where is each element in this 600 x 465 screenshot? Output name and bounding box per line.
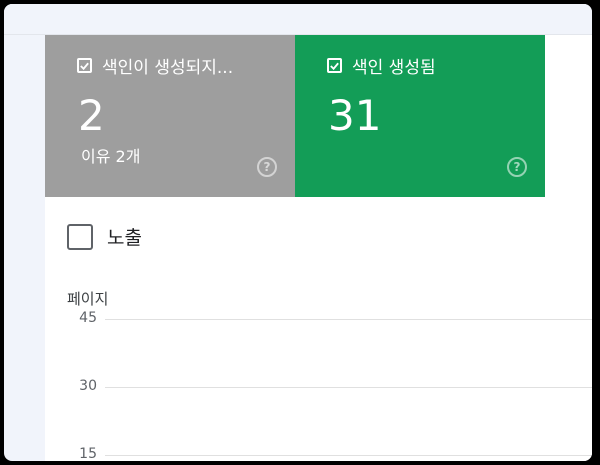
gridline [105, 319, 592, 320]
gridline [105, 455, 592, 456]
y-tick-15: 15 [79, 446, 97, 461]
index-report-panel: 색인이 생성되지... 2 이유 2개 ? 색인 생성됨 31 ? 노출 페이지… [45, 35, 592, 461]
not-indexed-card[interactable]: 색인이 생성되지... 2 이유 2개 ? [45, 35, 295, 197]
card-header: 색인이 생성되지... [77, 53, 233, 78]
impressions-label: 노출 [107, 227, 142, 249]
card-title: 색인 생성됨 [352, 58, 436, 78]
chart-y-axis-label: 페이지 [67, 290, 109, 308]
card-subtitle: 이유 2개 [81, 147, 141, 166]
indexed-card[interactable]: 색인 생성됨 31 ? [295, 35, 545, 197]
y-tick-30: 30 [79, 378, 97, 394]
checkbox-unchecked-icon[interactable] [67, 223, 93, 250]
y-tick-45: 45 [79, 310, 97, 326]
window-frame: 색인이 생성되지... 2 이유 2개 ? 색인 생성됨 31 ? 노출 페이지… [4, 4, 592, 461]
gridline [105, 387, 592, 388]
top-bar [4, 4, 592, 35]
checkbox-checked-icon[interactable] [77, 58, 92, 73]
card-header: 색인 생성됨 [327, 53, 436, 78]
card-value: 2 [78, 91, 105, 140]
checkbox-checked-icon[interactable] [327, 58, 342, 73]
impressions-toggle[interactable]: 노출 [67, 223, 142, 250]
help-icon[interactable]: ? [257, 157, 277, 177]
card-title: 색인이 생성되지... [102, 58, 234, 78]
help-icon[interactable]: ? [507, 157, 527, 177]
card-value: 31 [328, 91, 382, 140]
